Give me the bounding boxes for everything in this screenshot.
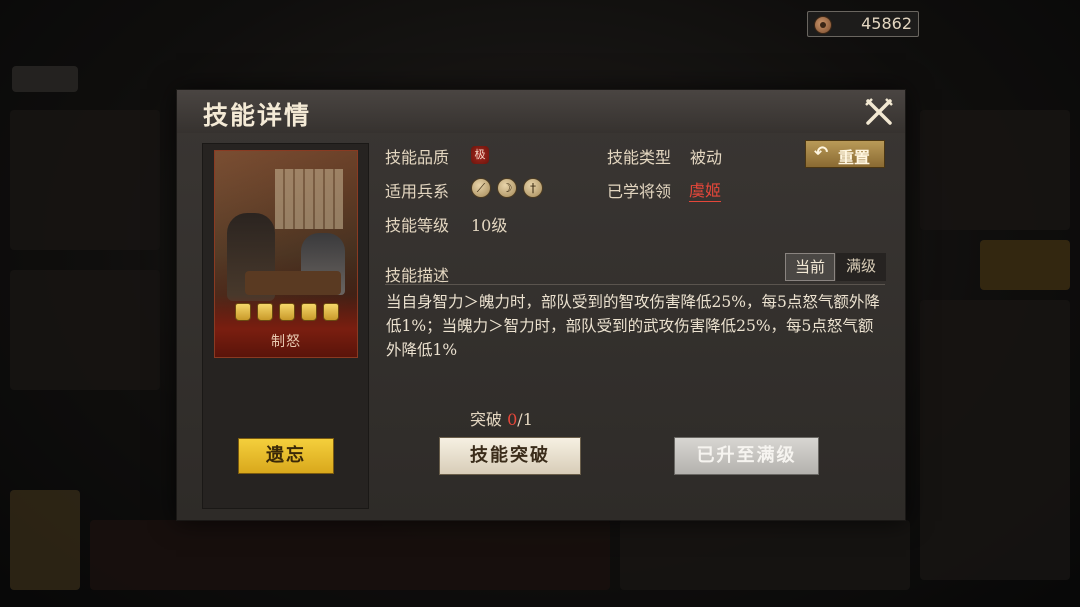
learned-general-link[interactable]: 虞姬 bbox=[689, 177, 722, 202]
breakthrough-progress: 突破 0/1 bbox=[470, 406, 533, 430]
learned-general-label: 已学将领 bbox=[607, 182, 672, 201]
description-text: 当自身智力＞魄力时，部队受到的智攻伤害降低25%，每5点怒气额外降低1%；当魄力… bbox=[386, 293, 880, 359]
quality-badge: 极 bbox=[471, 146, 489, 164]
currency-display: 45862 bbox=[807, 11, 919, 37]
breakthrough-label: 突破 bbox=[470, 410, 503, 429]
bow-icon: ☽ bbox=[497, 178, 517, 198]
forget-button[interactable]: 遗忘 bbox=[238, 438, 334, 474]
maxed-level-button: 已升至满级 bbox=[674, 437, 819, 475]
level-token-icon bbox=[301, 303, 317, 321]
skill-detail-dialog: 技能详情 制怒 遗忘 技能品质 极 技能类型 被动 ↶ 重置 适用兵系 ⟋ ☽ … bbox=[176, 89, 906, 521]
level-token-icon bbox=[235, 303, 251, 321]
skill-breakthrough-button[interactable]: 技能突破 bbox=[439, 437, 581, 475]
level-value: 10级 bbox=[471, 216, 508, 235]
level-token-icon bbox=[257, 303, 273, 321]
breakthrough-max: /1 bbox=[517, 410, 533, 429]
description-label: 技能描述 bbox=[385, 266, 450, 285]
coin-icon bbox=[814, 16, 832, 34]
tab-current[interactable]: 当前 bbox=[785, 253, 835, 281]
currency-amount: 45862 bbox=[861, 14, 912, 33]
reset-label: 重置 bbox=[838, 148, 871, 167]
level-token-icon bbox=[279, 303, 295, 321]
type-value: 被动 bbox=[690, 148, 723, 167]
spear-icon: ⟋ bbox=[471, 178, 491, 198]
blade-icon: † bbox=[523, 178, 543, 198]
crossed-swords-close-icon bbox=[865, 98, 893, 125]
skill-card-panel: 制怒 遗忘 bbox=[202, 143, 369, 509]
breakthrough-current: 0 bbox=[507, 410, 518, 429]
level-token-icon bbox=[323, 303, 339, 321]
close-button[interactable] bbox=[863, 96, 895, 128]
reset-button[interactable]: ↶ 重置 bbox=[805, 140, 885, 168]
description-divider bbox=[385, 284, 885, 285]
tab-max-level[interactable]: 满级 bbox=[836, 253, 886, 281]
type-label: 技能类型 bbox=[607, 148, 672, 167]
skill-card-name: 制怒 bbox=[271, 334, 301, 350]
dialog-header: 技能详情 bbox=[177, 90, 905, 133]
skill-level-tokens bbox=[235, 303, 339, 323]
troops-label: 适用兵系 bbox=[385, 182, 450, 201]
undo-arrow-icon: ↶ bbox=[814, 143, 829, 163]
quality-label: 技能品质 bbox=[385, 148, 450, 167]
skill-card-art: 制怒 bbox=[214, 150, 358, 358]
dialog-title: 技能详情 bbox=[203, 101, 312, 130]
level-label: 技能等级 bbox=[385, 216, 450, 235]
